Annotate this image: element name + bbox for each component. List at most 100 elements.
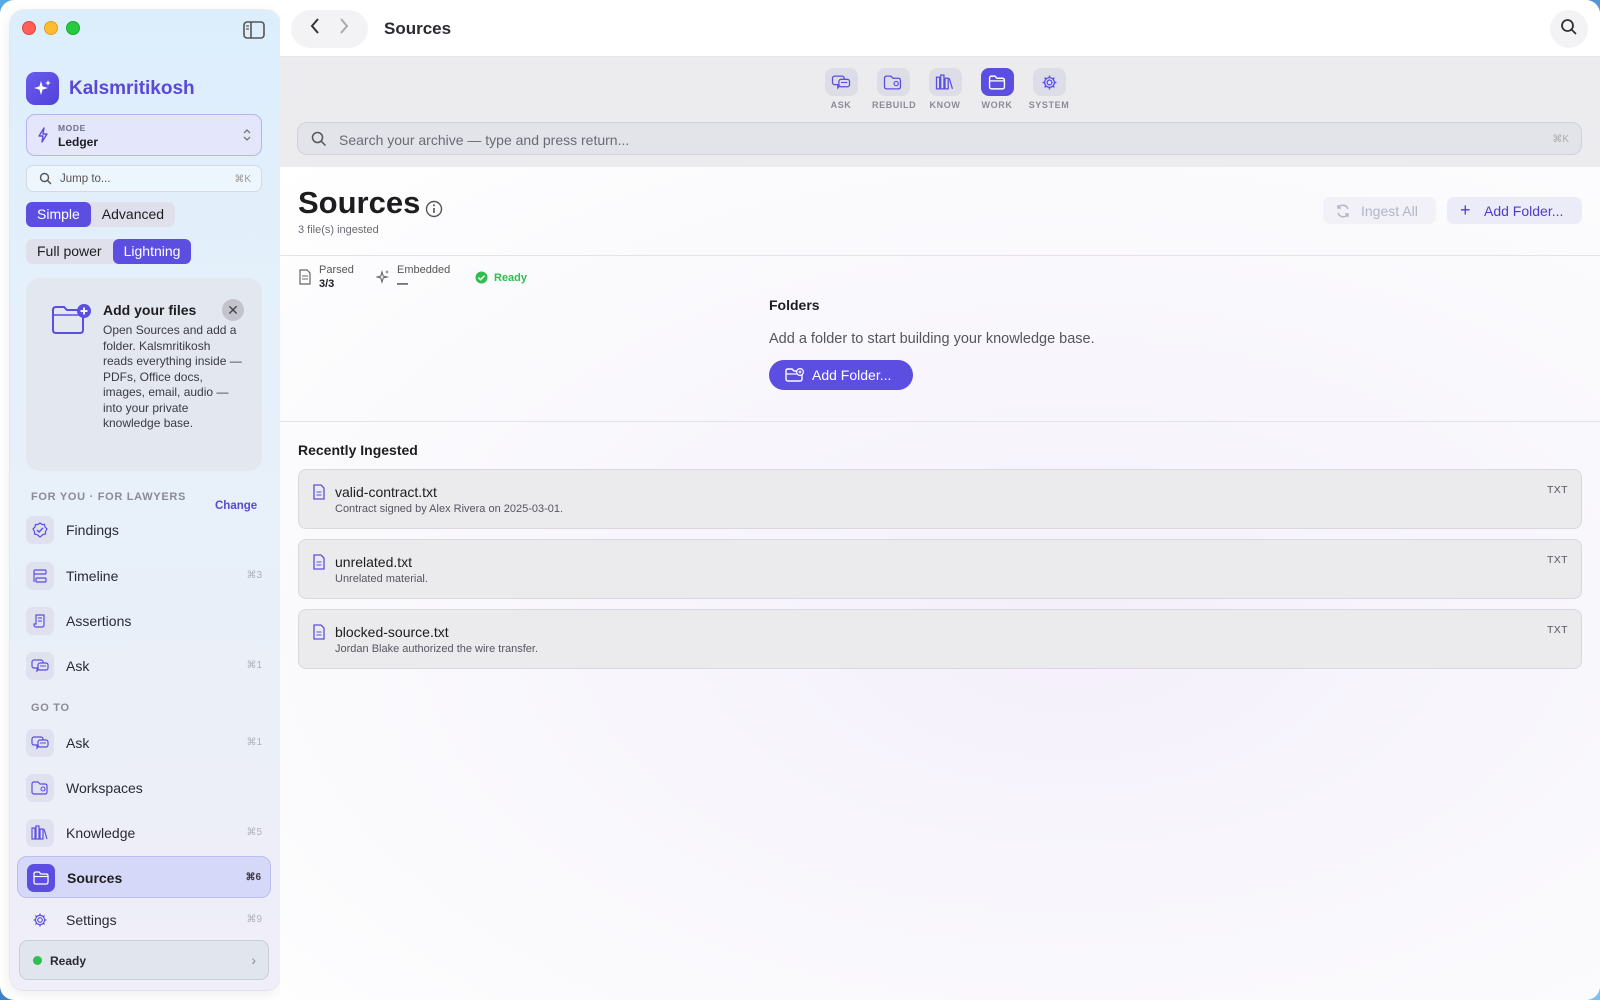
chat-bubbles-icon (26, 729, 54, 757)
sidebar-item-sources[interactable]: Sources ⌘6 (17, 856, 271, 898)
jump-shortcut: ⌘K (234, 174, 251, 185)
updown-chevron-icon (243, 128, 251, 143)
search-button[interactable] (1550, 10, 1588, 48)
add-folder-button[interactable]: Add Folder... (769, 360, 913, 390)
add-folder-header-button[interactable]: + Add Folder... (1447, 197, 1582, 224)
ingest-all-button[interactable]: Ingest All (1323, 197, 1436, 224)
embedded-label: Embedded (397, 264, 451, 276)
sidebar-item-ask-foryou[interactable]: Ask ⌘1 (17, 645, 271, 687)
archive-search-input[interactable]: Search your archive — type and press ret… (297, 122, 1582, 155)
sidebar-item-label: Settings (66, 912, 117, 928)
full-power-option[interactable]: Full power (26, 239, 113, 264)
chevron-right-icon: › (251, 952, 256, 968)
books-icon (928, 68, 962, 96)
for-you-label: FOR YOU · FOR LAWYERS (31, 491, 187, 503)
sidebar-item-shortcut: ⌘9 (246, 914, 262, 925)
close-window-button[interactable] (22, 21, 36, 35)
lightning-option[interactable]: Lightning (112, 239, 192, 264)
sidebar-item-label: Assertions (66, 613, 132, 629)
sidebar-toggle-icon[interactable] (242, 20, 266, 40)
back-button[interactable] (309, 17, 321, 41)
file-description: Unrelated material. (335, 573, 428, 585)
window-controls (22, 21, 80, 35)
gear-icon (1032, 68, 1066, 96)
ingest-all-label: Ingest All (1361, 203, 1418, 219)
mode-value: Ledger (58, 135, 99, 149)
folder-plus-icon (785, 367, 805, 386)
sidebar: Kalsmritikosh MODE Ledger Jump to... ⌘K … (10, 10, 280, 990)
timeline-icon (26, 562, 54, 590)
minimize-window-button[interactable] (44, 21, 58, 35)
sources-heading: Sources (298, 185, 421, 220)
parsed-value: 3/3 (319, 278, 335, 290)
file-description: Contract signed by Alex Rivera on 2025-0… (335, 503, 564, 515)
folder-gear-icon (876, 68, 910, 96)
jump-to-input[interactable]: Jump to... ⌘K (26, 165, 262, 192)
findings-badge-icon (26, 516, 54, 544)
file-name: unrelated.txt (335, 554, 413, 570)
file-row[interactable]: blocked-source.txt Jordan Blake authoriz… (298, 609, 1582, 669)
folder-icon (27, 864, 55, 892)
file-type: TXT (1546, 484, 1568, 496)
sidebar-item-label: Timeline (66, 568, 119, 584)
file-name: valid-contract.txt (335, 484, 437, 500)
complexity-toggle: Simple Advanced (26, 202, 176, 227)
sidebar-item-settings[interactable]: Settings ⌘9 (17, 899, 271, 941)
tab-rebuild[interactable]: REBUILD (872, 68, 916, 110)
app-window: Kalsmritikosh MODE Ledger Jump to... ⌘K … (0, 0, 1600, 1000)
sidebar-item-findings[interactable]: Findings (17, 509, 271, 551)
advanced-option[interactable]: Advanced (91, 202, 175, 227)
books-icon (26, 819, 54, 847)
forward-button[interactable] (338, 17, 350, 41)
search-icon (1560, 18, 1578, 41)
info-icon[interactable] (425, 200, 443, 223)
mode-selector[interactable]: MODE Ledger (26, 114, 262, 156)
parsed-label: Parsed (319, 264, 354, 276)
sidebar-item-knowledge[interactable]: Knowledge ⌘5 (17, 812, 271, 854)
add-files-card: Add your files Open Sources and add a fo… (26, 278, 262, 471)
file-row[interactable]: unrelated.txt Unrelated material. TXT (298, 539, 1582, 599)
sidebar-item-label: Workspaces (66, 780, 143, 796)
status-dot (33, 956, 42, 965)
document-icon (312, 624, 326, 645)
recently-ingested-title: Recently Ingested (298, 442, 418, 458)
folder-plus-icon (50, 302, 92, 341)
sidebar-item-label: Knowledge (66, 825, 136, 841)
file-type: TXT (1546, 624, 1568, 636)
history-nav (291, 10, 368, 48)
sidebar-item-shortcut: ⌘1 (246, 737, 262, 748)
tab-label: SYSTEM (1028, 100, 1070, 110)
embedded-value: — (397, 278, 408, 290)
document-icon (312, 484, 326, 505)
mode-tabs: ASK REBUILD KNOW WORK SYSTEM (820, 68, 1070, 110)
close-icon[interactable]: ✕ (222, 299, 244, 321)
tab-know[interactable]: KNOW (924, 68, 966, 110)
tab-work[interactable]: WORK (976, 68, 1018, 110)
assertions-scroll-icon (26, 607, 54, 635)
sidebar-item-workspaces[interactable]: Workspaces (17, 767, 271, 809)
ready-text: Ready (494, 271, 528, 284)
main-content: Sources 3 file(s) ingested Ingest All + … (280, 167, 1600, 1000)
add-folder-label: Add Folder... (812, 367, 892, 383)
file-description: Jordan Blake authorized the wire transfe… (335, 643, 539, 655)
file-row[interactable]: valid-contract.txt Contract signed by Al… (298, 469, 1582, 529)
card-title: Add your files (103, 302, 197, 318)
brand: Kalsmritikosh (26, 72, 195, 105)
tab-system[interactable]: SYSTEM (1028, 68, 1070, 110)
check-badge-icon (475, 271, 488, 284)
folders-title: Folders (769, 297, 820, 313)
sparkle-icon (374, 269, 390, 290)
ingested-count: 3 file(s) ingested (298, 224, 379, 236)
chat-bubbles-icon (26, 652, 54, 680)
add-folder-label: Add Folder... (1484, 203, 1564, 219)
sidebar-item-ask[interactable]: Ask ⌘1 (17, 722, 271, 764)
sidebar-item-shortcut: ⌘1 (246, 660, 262, 671)
sidebar-item-timeline[interactable]: Timeline ⌘3 (17, 555, 271, 597)
status-bar[interactable]: Ready › (19, 940, 269, 980)
simple-option[interactable]: Simple (26, 202, 91, 227)
tab-ask[interactable]: ASK (820, 68, 862, 110)
sidebar-item-label: Ask (66, 735, 90, 751)
sidebar-item-assertions[interactable]: Assertions (17, 600, 271, 642)
zoom-window-button[interactable] (66, 21, 80, 35)
topbar: Sources (280, 0, 1600, 57)
